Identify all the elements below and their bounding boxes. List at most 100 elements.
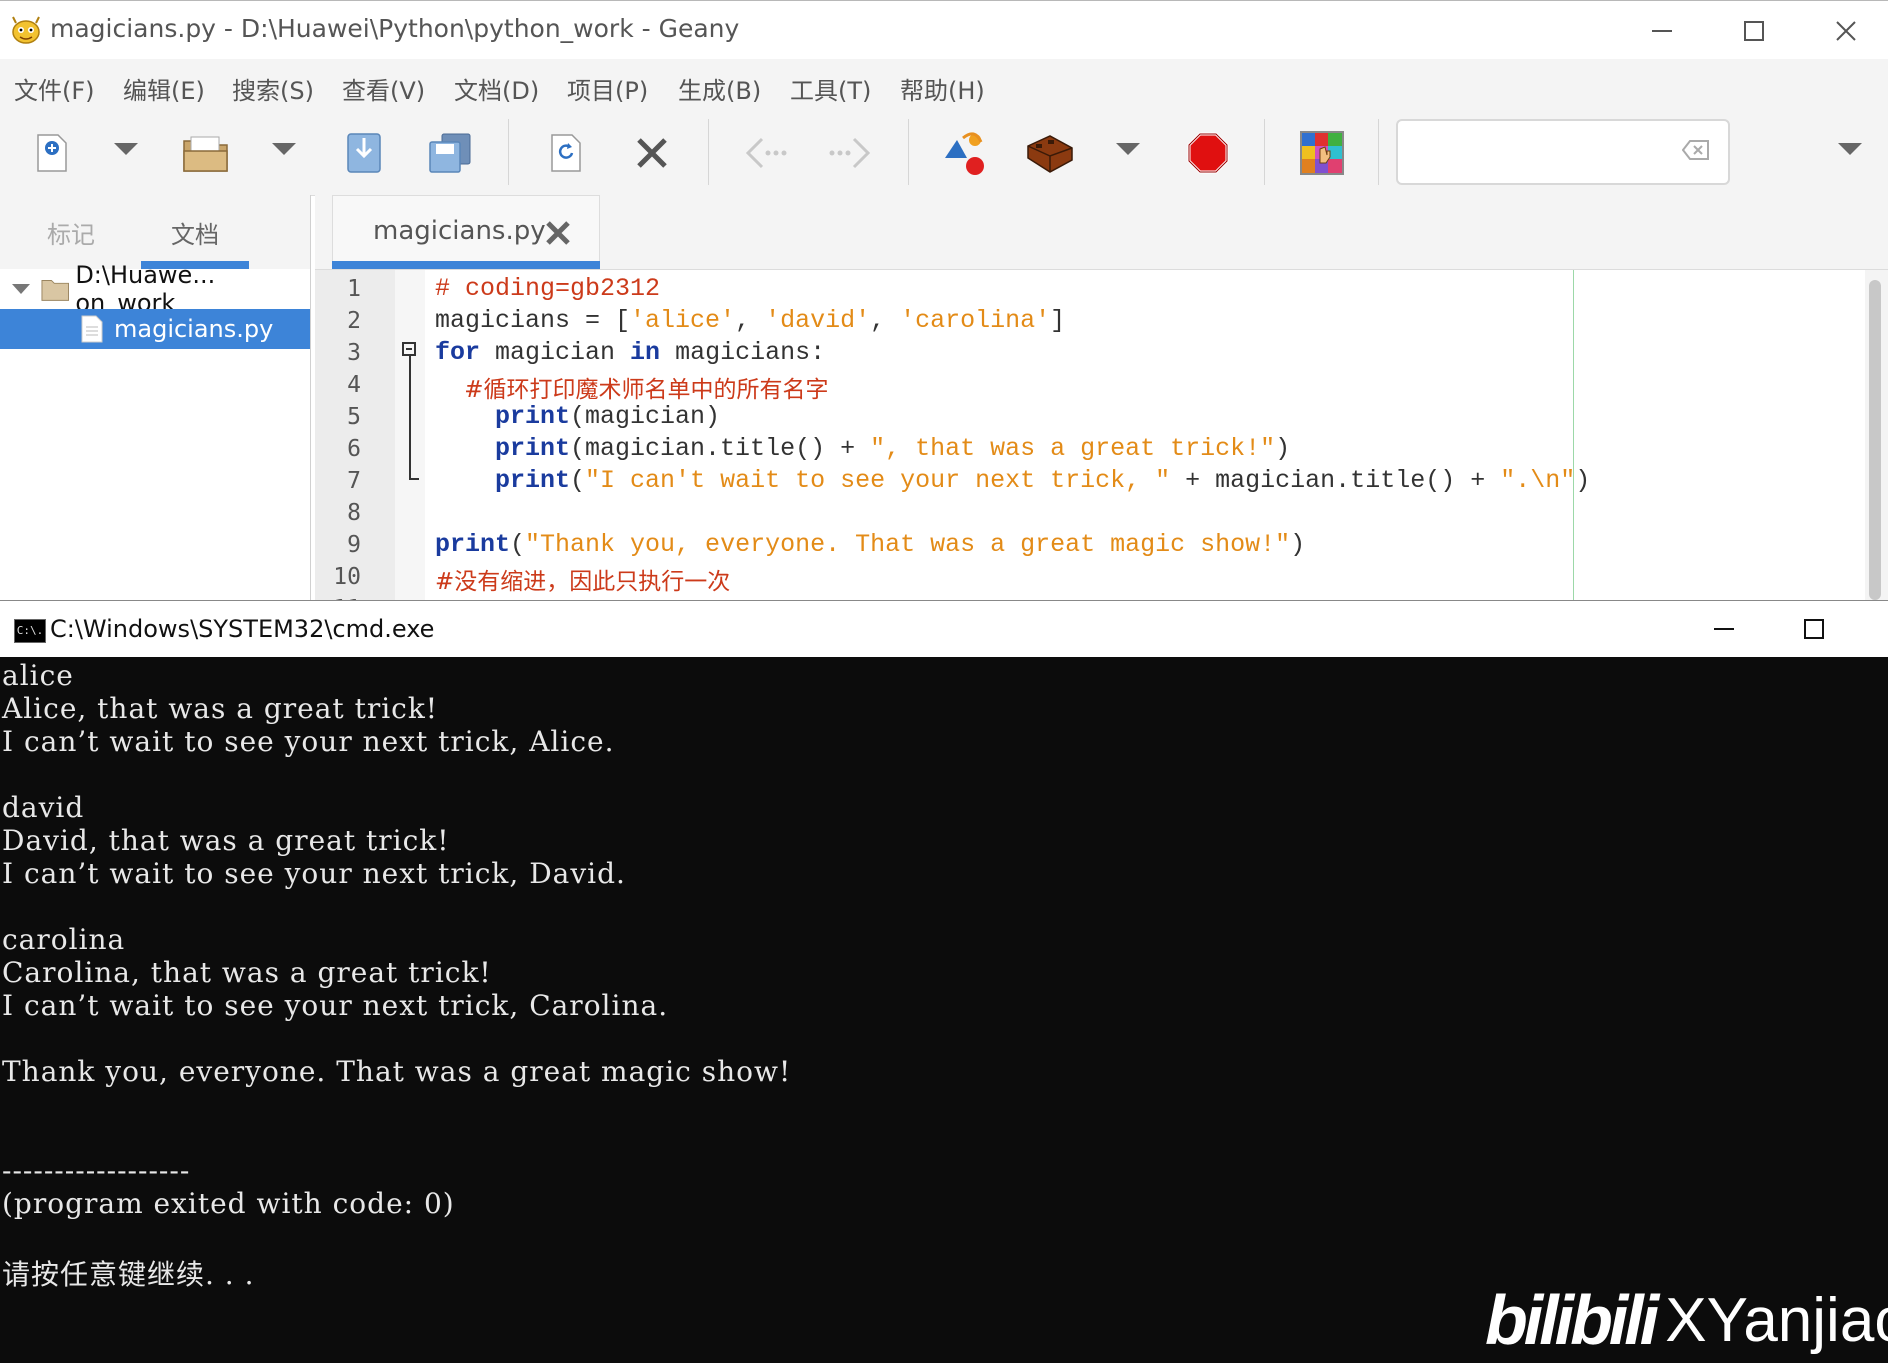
build-icon [1027, 135, 1073, 173]
menu-view[interactable]: 查看(V) [342, 71, 425, 106]
terminal-output[interactable]: alice Alice, that was a great trick! I c… [0, 657, 1888, 1363]
line-number: 6 [347, 436, 361, 462]
color-chooser-button[interactable] [1296, 127, 1348, 179]
tab-documents[interactable]: 文档 [171, 215, 219, 250]
code-line-4: #循环打印魔术师名单中的所有名字 [435, 377, 829, 403]
close-window-button[interactable] [1816, 9, 1876, 53]
stop-button[interactable] [1182, 127, 1234, 179]
folder-icon [41, 279, 69, 301]
maximize-icon [1744, 21, 1764, 41]
menu-help[interactable]: 帮助(H) [900, 71, 985, 106]
code-line-5: print(magician) [495, 402, 721, 431]
new-file-icon [37, 134, 67, 172]
color-chooser-icon [1300, 131, 1344, 175]
save-icon [347, 133, 381, 173]
revert-button[interactable] [540, 127, 592, 179]
new-file-button[interactable] [26, 127, 78, 179]
close-file-button[interactable] [626, 127, 678, 179]
navigate-back-button[interactable] [740, 127, 792, 179]
save-all-button[interactable] [424, 127, 476, 179]
code-line-7: print("I can't wait to see your next tri… [495, 466, 1591, 495]
editor-scrollbar[interactable] [1865, 270, 1888, 601]
open-file-icon [183, 136, 228, 172]
line-number: 8 [347, 500, 361, 526]
line-number: 2 [347, 308, 361, 334]
output-exit-code: (program exited with code: 0) [2, 1187, 455, 1220]
output-separator: ------------------ [2, 1154, 191, 1187]
output-line: Carolina, that was a great trick! [2, 956, 492, 989]
cmd-app-icon: C:\. [14, 619, 46, 643]
search-input[interactable] [1396, 119, 1730, 185]
cmd-window: C:\. C:\Windows\SYSTEM32\cmd.exe alice A… [0, 600, 1888, 1363]
output-line: I can’t wait to see your next trick, Dav… [2, 857, 626, 890]
new-file-dropdown[interactable] [114, 143, 138, 155]
cmd-minimize-button[interactable] [1694, 607, 1754, 651]
save-button[interactable] [338, 127, 390, 179]
output-line: david [2, 791, 85, 824]
code-line-3: for magician in magicians: [435, 338, 826, 367]
code-editor[interactable]: # coding=gb2312 magicians = ['alice', 'd… [425, 270, 1865, 601]
fold-line [409, 356, 411, 480]
fold-end [409, 478, 419, 480]
code-line-6: print(magician.title() + ", that was a g… [495, 434, 1291, 463]
tab-symbols[interactable]: 标记 [47, 215, 95, 250]
file-icon [81, 315, 103, 343]
menu-document[interactable]: 文档(D) [454, 71, 539, 106]
window-title: magicians.py - D:\Huawei\Python\python_w… [50, 14, 740, 43]
minimize-icon [1652, 30, 1672, 32]
minimize-button[interactable] [1632, 9, 1692, 53]
cmd-window-title: C:\Windows\SYSTEM32\cmd.exe [50, 615, 435, 643]
line-number: 10 [333, 564, 361, 590]
clear-search-icon[interactable] [1682, 139, 1710, 161]
expander-down-icon[interactable] [10, 282, 31, 296]
long-line-marker [1573, 270, 1574, 601]
maximize-button[interactable] [1724, 9, 1784, 53]
line-number: 4 [347, 372, 361, 398]
save-all-icon [429, 133, 471, 173]
close-tab-icon[interactable] [545, 220, 571, 246]
revert-icon [551, 134, 581, 172]
build-button[interactable] [1024, 127, 1076, 179]
close-icon [1836, 21, 1856, 41]
tree-folder-row[interactable]: D:\Huawe... on_work [0, 261, 310, 317]
menu-bar: 文件(F) 编辑(E) 搜索(S) 查看(V) 文档(D) 项目(P) 生成(B… [0, 59, 1888, 109]
compile-button[interactable] [940, 127, 992, 179]
line-number-gutter: 1 2 3 4 5 6 7 8 9 10 11 [315, 270, 395, 622]
scrollbar-thumb[interactable] [1869, 280, 1881, 600]
editor-tab-magicians[interactable]: magicians.py [332, 195, 600, 269]
open-file-button[interactable] [180, 127, 232, 179]
navigate-forward-button[interactable] [824, 127, 876, 179]
menu-tools[interactable]: 工具(T) [790, 71, 871, 106]
menu-search[interactable]: 搜索(S) [232, 71, 314, 106]
output-line: David, that was a great trick! [2, 824, 450, 857]
open-file-dropdown[interactable] [272, 143, 296, 155]
cmd-title-bar: C:\. C:\Windows\SYSTEM32\cmd.exe [0, 601, 1888, 657]
fold-toggle-icon[interactable] [402, 342, 416, 356]
maximize-icon [1804, 619, 1824, 639]
tree-file-row[interactable]: magicians.py [0, 309, 310, 349]
menu-file[interactable]: 文件(F) [14, 71, 95, 106]
output-line: I can’t wait to see your next trick, Ali… [2, 725, 615, 758]
toolbar-overflow-dropdown[interactable] [1838, 143, 1862, 155]
back-icon [745, 137, 787, 169]
editor-tabs: magicians.py [315, 195, 1888, 270]
output-line: Thank you, everyone. That was a great ma… [2, 1055, 792, 1088]
active-editor-tab-indicator [332, 261, 600, 269]
output-line: alice [2, 659, 74, 692]
line-number: 9 [347, 532, 361, 558]
menu-build[interactable]: 生成(B) [678, 71, 761, 106]
forward-icon [829, 137, 871, 169]
build-dropdown[interactable] [1116, 143, 1140, 155]
compile-icon [945, 132, 984, 175]
output-press-any-key: 请按任意键继续. . . [2, 1258, 255, 1291]
output-line: Alice, that was a great trick! [2, 692, 439, 725]
watermark: bilibili XYanjiao [1485, 1281, 1888, 1359]
geany-window: magicians.py - D:\Huawei\Python\python_w… [0, 0, 1888, 622]
code-line-1: # coding=gb2312 [435, 274, 661, 303]
cmd-maximize-button[interactable] [1784, 607, 1844, 651]
line-number: 3 [347, 340, 361, 366]
code-line-2: magicians = ['alice', 'david', 'carolina… [435, 306, 1066, 335]
menu-project[interactable]: 项目(P) [567, 71, 648, 106]
minimize-icon [1714, 628, 1734, 630]
menu-edit[interactable]: 编辑(E) [123, 71, 205, 106]
